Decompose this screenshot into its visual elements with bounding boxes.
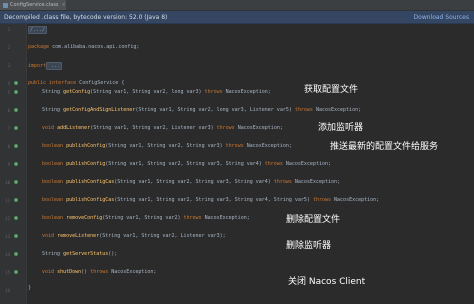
keyword: throws — [183, 215, 202, 221]
folded-comment[interactable]: /.../ — [28, 26, 48, 34]
exception-type: NacosException; — [201, 215, 250, 221]
interface-declaration: ConfigService { — [76, 80, 125, 86]
code-line: import ... — [28, 62, 63, 70]
keyword: package — [28, 44, 50, 50]
method-name[interactable]: removeListener — [57, 233, 99, 239]
keyword: throws — [204, 89, 223, 95]
method-name[interactable]: publishConfig — [66, 143, 105, 149]
exception-type: NacosException; — [222, 89, 271, 95]
keyword: throws — [225, 143, 244, 149]
method-name[interactable]: publishConfig — [66, 161, 105, 167]
method-name[interactable]: shutDown — [57, 269, 81, 275]
method-name[interactable]: publishConfigCas — [66, 179, 114, 185]
code-line: boolean removeConfig(String var1, String… — [42, 215, 250, 221]
code-line: /.../ — [28, 26, 48, 34]
method-args: (String var1, String var2, String var3, … — [114, 197, 313, 203]
return-type: boolean — [42, 161, 67, 167]
code-line: String getConfig(String var1, String var… — [42, 89, 271, 95]
keyword: throws — [90, 269, 109, 275]
annotation-add-listener: 添加监听器 — [318, 123, 364, 133]
code-line: void removeListener(String var1, String … — [42, 233, 226, 239]
keyword: throws — [294, 107, 313, 113]
exception-type: NacosException; — [331, 197, 380, 203]
method-name[interactable]: getServerStatus — [63, 251, 108, 257]
method-args: (String var1, String var2, String var3, … — [105, 161, 265, 167]
code-line: } — [28, 285, 31, 291]
exception-type: NacosException; — [312, 107, 362, 113]
method-args: (String var1, String var2, Listener var3… — [90, 125, 217, 131]
keyword: public interface — [28, 80, 77, 86]
exception-type: NacosException; — [282, 161, 332, 167]
code-line: void addListener(String var1, String var… — [42, 125, 283, 131]
method-name[interactable]: removeConfig — [66, 215, 102, 221]
annotation-publish-config: 推送最新的配置文件给服务 — [330, 142, 439, 152]
method-name[interactable]: getConfigAndSignListener — [63, 107, 135, 113]
method-name[interactable]: addListener — [57, 125, 90, 131]
exception-type: NacosException; — [243, 143, 292, 149]
closing-brace: } — [28, 285, 32, 291]
return-type: boolean — [42, 197, 67, 203]
code-line: boolean publishConfigCas(String var1, St… — [42, 179, 340, 185]
method-args: (String var1, String var2, String var3, … — [114, 179, 274, 185]
return-type: boolean — [42, 143, 67, 149]
folded-imports[interactable]: ... — [46, 62, 63, 70]
method-args: (String var1, String var2) — [102, 215, 184, 221]
method-args: () — [81, 269, 91, 275]
annotation-get-config: 获取配置文件 — [304, 85, 359, 95]
keyword: throws — [216, 125, 235, 131]
return-type: void — [42, 125, 58, 131]
code-line: String getConfigAndSignListener(String v… — [42, 107, 361, 113]
annotation-remove-listener: 删除监听器 — [286, 241, 332, 251]
keyword: throws — [273, 179, 292, 185]
method-args: (String var1, String var2, String var3) — [105, 143, 226, 149]
return-type: boolean — [42, 215, 67, 221]
method-name[interactable]: publishConfigCas — [66, 197, 114, 203]
code-line: String getServerStatus(); — [42, 251, 117, 257]
annotation-remove-config: 删除配置文件 — [286, 215, 341, 225]
method-args: (); — [108, 251, 118, 257]
return-type: boolean — [42, 179, 67, 185]
code-line: boolean publishConfig(String var1, Strin… — [42, 161, 331, 167]
return-type: String — [42, 251, 64, 257]
code-line: void shutDown() throws NacosException; — [42, 269, 156, 275]
return-type: void — [42, 269, 58, 275]
return-type: String — [42, 89, 64, 95]
exception-type: NacosException; — [291, 179, 341, 185]
method-args: (String var1, String var2, long var3) — [90, 89, 205, 95]
method-args: (String var1, String var2, Listener var3… — [99, 233, 226, 239]
annotation-shutdown: 关闭 Nacos Client — [288, 277, 366, 287]
code-editor: /.../ package com.alibaba.nacos.api.conf… — [0, 0, 474, 304]
method-name[interactable]: getConfig — [63, 89, 90, 95]
code-line: package com.alibaba.nacos.api.config; — [28, 44, 139, 50]
keyword: throws — [264, 161, 283, 167]
keyword: import — [28, 63, 47, 69]
package-name: com.alibaba.nacos.api.config; — [49, 44, 140, 50]
return-type: void — [42, 233, 58, 239]
keyword: throws — [312, 197, 332, 203]
method-args: (String var1, String var2, long var3, Li… — [135, 107, 295, 113]
code-line: boolean publishConfig(String var1, Strin… — [42, 143, 292, 149]
code-line: public interface ConfigService { — [28, 80, 124, 86]
return-type: String — [42, 107, 64, 113]
exception-type: NacosException; — [234, 125, 283, 131]
code-line: boolean publishConfigCas(String var1, St… — [42, 197, 379, 203]
exception-type: NacosException; — [108, 269, 157, 275]
